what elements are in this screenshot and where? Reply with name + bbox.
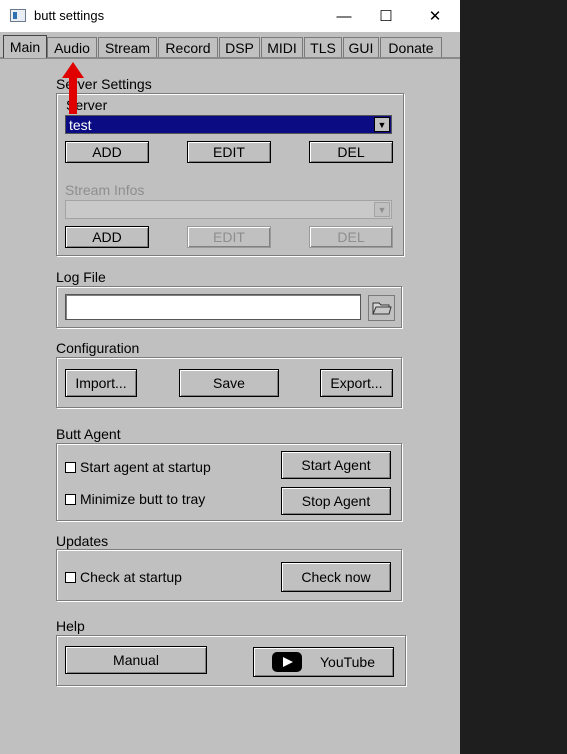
stream-info-add-button[interactable]: ADD bbox=[65, 226, 149, 248]
title-bar: butt settings — ☐ ✕ bbox=[0, 0, 460, 32]
check-now-button[interactable]: Check now bbox=[281, 562, 391, 592]
updates-label: Updates bbox=[56, 533, 109, 549]
app-icon bbox=[10, 9, 26, 22]
log-file-input[interactable] bbox=[65, 294, 361, 320]
youtube-button[interactable]: YouTube bbox=[253, 647, 394, 677]
start-agent-at-startup-checkbox[interactable]: Start agent at startup bbox=[65, 459, 211, 475]
tab-audio[interactable]: Audio bbox=[47, 37, 97, 57]
check-at-startup-label: Check at startup bbox=[80, 569, 182, 585]
server-select-value: test bbox=[69, 117, 92, 133]
export-button[interactable]: Export... bbox=[320, 369, 393, 397]
butt-agent-label: Butt Agent bbox=[56, 426, 121, 442]
dropdown-arrow-icon: ▼ bbox=[374, 202, 390, 217]
checkbox-box[interactable] bbox=[65, 571, 76, 583]
checkbox-box[interactable] bbox=[65, 493, 76, 505]
tab-bar: Main Audio Stream Record DSP MIDI TLS GU… bbox=[0, 35, 460, 58]
manual-button[interactable]: Manual bbox=[65, 646, 207, 674]
stream-infos-label: Stream Infos bbox=[65, 182, 145, 198]
start-agent-button[interactable]: Start Agent bbox=[281, 451, 391, 479]
minimize-button[interactable]: — bbox=[321, 0, 367, 32]
close-button[interactable]: ✕ bbox=[412, 0, 458, 32]
minimize-to-tray-label: Minimize butt to tray bbox=[80, 491, 206, 507]
help-label: Help bbox=[56, 618, 85, 634]
tab-midi[interactable]: MIDI bbox=[261, 37, 303, 57]
tab-record[interactable]: Record bbox=[158, 37, 218, 57]
start-agent-at-startup-label: Start agent at startup bbox=[80, 459, 211, 475]
tab-divider bbox=[0, 57, 460, 59]
minimize-to-tray-checkbox[interactable]: Minimize butt to tray bbox=[65, 491, 205, 507]
tab-main[interactable]: Main bbox=[3, 35, 47, 58]
check-at-startup-checkbox[interactable]: Check at startup bbox=[65, 569, 182, 585]
folder-icon bbox=[371, 302, 392, 315]
browse-log-file-button[interactable] bbox=[368, 295, 395, 321]
window-title: butt settings bbox=[34, 8, 105, 23]
stop-agent-button[interactable]: Stop Agent bbox=[281, 487, 391, 515]
red-arrow-icon bbox=[62, 62, 84, 114]
server-edit-button[interactable]: EDIT bbox=[187, 141, 271, 163]
dropdown-arrow-icon: ▼ bbox=[374, 117, 390, 132]
stream-infos-select: ▼ bbox=[65, 200, 392, 219]
import-button[interactable]: Import... bbox=[65, 369, 137, 397]
tab-gui[interactable]: GUI bbox=[343, 37, 379, 57]
save-button[interactable]: Save bbox=[179, 369, 279, 397]
youtube-logo-icon bbox=[271, 652, 302, 672]
server-select[interactable]: test ▼ bbox=[65, 115, 392, 134]
tab-stream[interactable]: Stream bbox=[98, 37, 157, 57]
server-add-button[interactable]: ADD bbox=[65, 141, 149, 163]
tab-donate[interactable]: Donate bbox=[380, 37, 442, 57]
tab-dsp[interactable]: DSP bbox=[219, 37, 260, 57]
checkbox-box[interactable] bbox=[65, 461, 76, 473]
youtube-button-label: YouTube bbox=[319, 654, 375, 670]
configuration-label: Configuration bbox=[56, 340, 140, 356]
maximize-button[interactable]: ☐ bbox=[363, 0, 409, 32]
settings-window: butt settings — ☐ ✕ Main Audio Stream Re… bbox=[0, 0, 460, 754]
tab-tls[interactable]: TLS bbox=[304, 37, 342, 57]
stream-info-del-button: DEL bbox=[309, 226, 393, 248]
log-file-label: Log File bbox=[56, 269, 106, 285]
stream-info-edit-button: EDIT bbox=[187, 226, 271, 248]
server-del-button[interactable]: DEL bbox=[309, 141, 393, 163]
